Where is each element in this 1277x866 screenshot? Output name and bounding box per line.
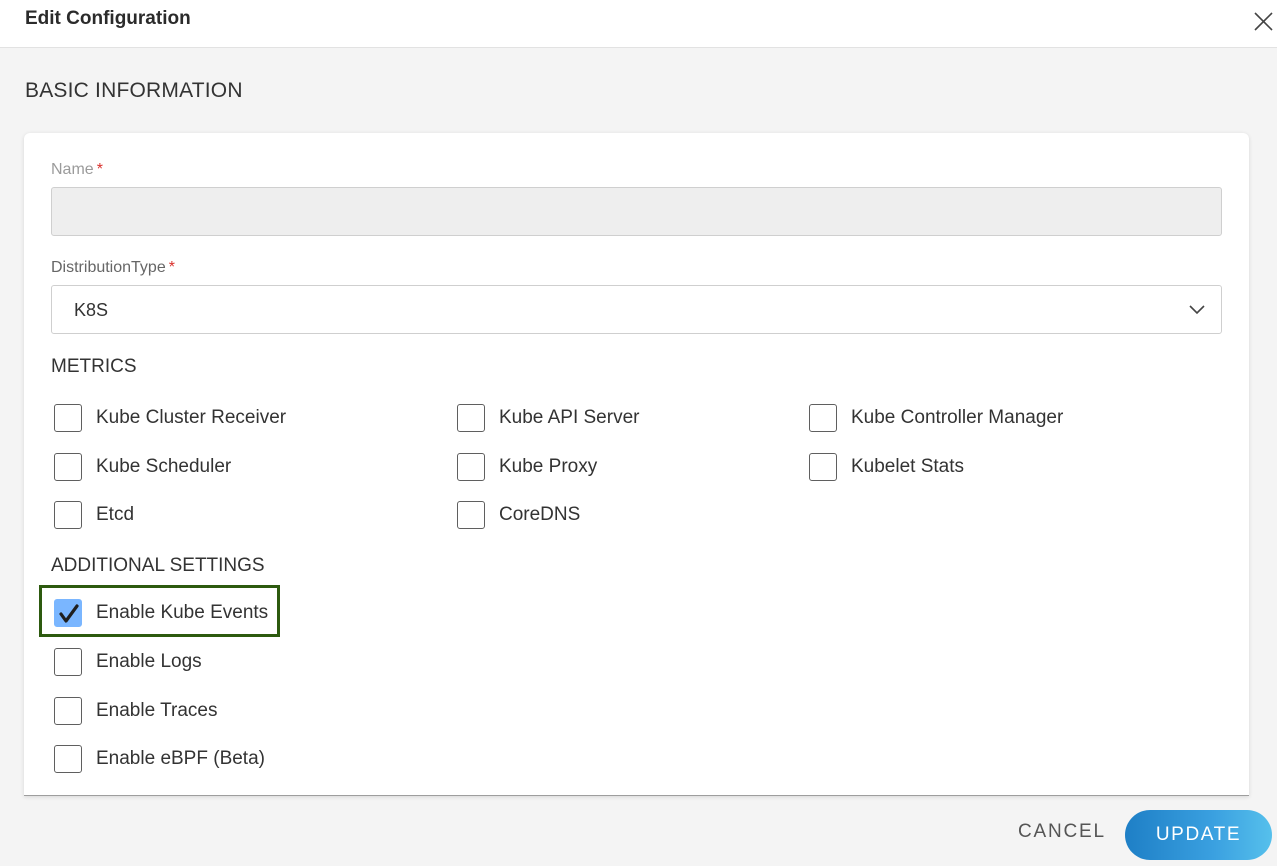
metric-etcd[interactable]: Etcd [54, 500, 134, 530]
name-input[interactable] [51, 187, 1222, 236]
checkbox[interactable] [54, 745, 82, 773]
checkbox[interactable] [809, 453, 837, 481]
setting-enable-ebpf[interactable]: Enable eBPF (Beta) [54, 744, 265, 774]
setting-enable-logs[interactable]: Enable Logs [54, 647, 202, 677]
checkbox[interactable] [54, 697, 82, 725]
checkbox-label: Enable Logs [96, 651, 202, 672]
setting-enable-kube-events[interactable]: Enable Kube Events [54, 598, 268, 628]
checkbox-label: CoreDNS [499, 504, 581, 525]
dialog-header: Edit Configuration [0, 0, 1277, 48]
metric-kube-proxy[interactable]: Kube Proxy [457, 452, 597, 482]
distribution-type-value: K8S [74, 300, 109, 320]
close-button[interactable] [1249, 4, 1275, 34]
checkbox-label: Kube Proxy [499, 456, 598, 477]
checkbox[interactable] [457, 404, 485, 432]
distribution-type-label: DistributionType * [51, 259, 175, 277]
setting-enable-traces[interactable]: Enable Traces [54, 696, 217, 726]
basic-information-card: Name * DistributionType * K8S METRICS Kube… [24, 133, 1249, 796]
checkbox[interactable] [457, 501, 485, 529]
section-title: BASIC INFORMATION [25, 79, 243, 102]
checkbox-label: Kubelet Stats [851, 456, 965, 477]
checkbox[interactable] [457, 453, 485, 481]
update-button[interactable]: UPDATE [1125, 810, 1272, 860]
checkbox[interactable] [809, 404, 837, 432]
distribution-type-select[interactable]: K8S [51, 285, 1222, 334]
dialog-title: Edit Configuration [25, 8, 191, 29]
checkbox-label: Kube Scheduler [96, 456, 232, 477]
required-mark: * [168, 259, 175, 276]
cancel-button[interactable]: CANCEL [1018, 821, 1106, 843]
chevron-down-icon [1189, 305, 1205, 315]
checkbox[interactable] [54, 453, 82, 481]
checkbox[interactable] [54, 404, 82, 432]
metric-coredns[interactable]: CoreDNS [457, 500, 580, 530]
checkbox-label: Enable Kube Events [96, 602, 269, 623]
checkbox-label: Enable eBPF (Beta) [96, 748, 265, 769]
metric-kube-cluster-receiver[interactable]: Kube Cluster Receiver [54, 403, 286, 433]
checkbox-label: Kube API Server [499, 407, 640, 428]
checkbox[interactable] [54, 648, 82, 676]
checkbox-label: Etcd [96, 504, 135, 525]
checkmark-icon [59, 604, 79, 623]
checkbox-label: Kube Controller Manager [851, 407, 1064, 428]
checkbox-checked[interactable] [54, 599, 82, 627]
metric-kube-scheduler[interactable]: Kube Scheduler [54, 452, 231, 482]
metrics-heading: METRICS [51, 356, 137, 377]
checkbox[interactable] [54, 501, 82, 529]
close-icon [1254, 12, 1273, 31]
distribution-type-label-text: DistributionType [51, 259, 166, 276]
required-mark: * [96, 161, 103, 178]
checkbox-label: Enable Traces [96, 700, 218, 721]
additional-settings-heading: ADDITIONAL SETTINGS [51, 555, 265, 576]
name-label: Name * [51, 161, 103, 179]
checkbox-label: Kube Cluster Receiver [96, 407, 287, 428]
metric-kube-api-server[interactable]: Kube API Server [457, 403, 639, 433]
metric-kube-controller-manager[interactable]: Kube Controller Manager [809, 403, 1063, 433]
metric-kubelet-stats[interactable]: Kubelet Stats [809, 452, 964, 482]
name-label-text: Name [51, 161, 94, 178]
